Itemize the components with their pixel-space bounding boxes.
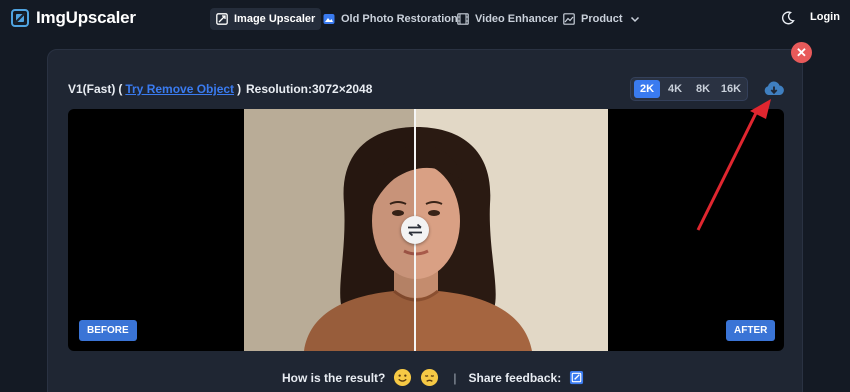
nav-image-upscaler[interactable]: Image Upscaler: [210, 8, 322, 30]
disappointed-face-icon[interactable]: [420, 368, 439, 387]
top-nav: ImgUpscaler Image Upscaler Old Photo Res…: [0, 0, 850, 36]
model-name: V1(Fast): [68, 82, 116, 96]
brand-name: ImgUpscaler: [36, 8, 136, 27]
product-icon: [563, 13, 575, 25]
photo-icon: [323, 14, 335, 24]
nav-label: Video Enhancer: [475, 13, 558, 25]
film-icon: [457, 13, 469, 25]
after-label: AFTER: [726, 320, 776, 341]
chevron-down-icon: [630, 16, 639, 23]
happy-face-icon[interactable]: [393, 368, 412, 387]
model-info: V1(Fast) ( Try Remove Object ): [68, 82, 241, 96]
image-upscale-icon: [216, 13, 228, 25]
close-paren: ): [237, 82, 242, 96]
dark-mode-toggle-icon[interactable]: [781, 11, 795, 25]
feedback-question: How is the result?: [282, 370, 386, 385]
annotation-arrow: [696, 99, 771, 231]
before-label: BEFORE: [79, 320, 137, 341]
comparison-viewer[interactable]: BEFORE AFTER: [68, 109, 784, 351]
compare-slider-handle[interactable]: [401, 216, 429, 244]
resolution-label: Resolution:3072×2048: [246, 82, 373, 96]
close-icon: ✕: [796, 45, 807, 60]
open-paren: (: [118, 82, 123, 96]
swap-arrows-icon: [408, 223, 422, 237]
nav-label: Old Photo Restoration: [341, 13, 458, 25]
nav-video-enhancer[interactable]: Video Enhancer: [451, 8, 564, 30]
nav-label: Image Upscaler: [234, 13, 316, 25]
share-feedback-label: Share feedback:: [468, 370, 562, 385]
try-remove-object-link[interactable]: Try Remove Object: [125, 82, 234, 96]
scale-4k-button[interactable]: 4K: [662, 80, 688, 98]
separator: |: [453, 370, 457, 385]
brand[interactable]: ImgUpscaler: [11, 8, 136, 28]
nav-label: Product: [581, 13, 623, 25]
feedback-bar: How is the result? | Share feedback:: [282, 368, 584, 387]
nav-old-photo-restoration[interactable]: Old Photo Restoration: [317, 8, 464, 30]
edit-feedback-icon[interactable]: [569, 370, 584, 385]
login-button[interactable]: Login: [810, 11, 840, 23]
scale-2k-button[interactable]: 2K: [634, 80, 660, 98]
nav-product[interactable]: Product: [557, 8, 647, 30]
logo-icon: [11, 9, 29, 27]
close-button[interactable]: ✕: [791, 42, 812, 63]
